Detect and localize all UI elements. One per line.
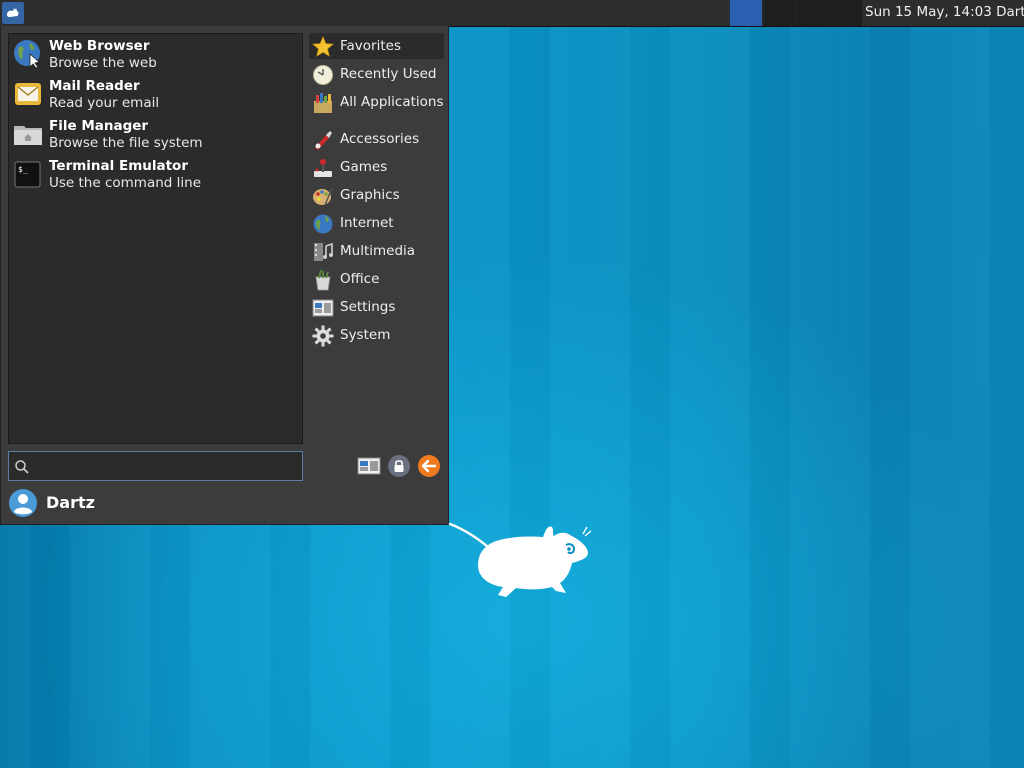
- category-multimedia[interactable]: Multimedia: [309, 238, 444, 264]
- category-graphics[interactable]: Graphics: [309, 182, 444, 208]
- category-label: Multimedia: [340, 243, 416, 259]
- category-office[interactable]: Office: [309, 266, 444, 292]
- favorite-title: Mail Reader: [49, 78, 140, 94]
- workspace-4[interactable]: [829, 0, 862, 26]
- whisker-menu-button[interactable]: [2, 2, 24, 24]
- joystick-icon: [314, 159, 332, 177]
- web-browser-icon: [14, 40, 40, 69]
- category-label: Recently Used: [340, 66, 437, 82]
- folder-home-icon: [14, 126, 42, 145]
- multimedia-icon: [314, 242, 333, 261]
- category-games[interactable]: Games: [309, 154, 444, 180]
- category-label: All Applications: [340, 94, 444, 110]
- applications-icon: [314, 93, 332, 113]
- category-label: Games: [340, 159, 388, 175]
- whisker-menu: Web Browser Browse the web Mail Reader R…: [0, 26, 449, 525]
- category-label: System: [340, 327, 391, 343]
- mail-icon: [15, 83, 41, 105]
- panel-username: Dartz: [996, 4, 1024, 20]
- category-label: Internet: [340, 215, 394, 231]
- category-accessories[interactable]: Accessories: [309, 126, 444, 152]
- search-input[interactable]: [35, 456, 299, 478]
- category-recently-used[interactable]: Recently Used: [309, 61, 444, 87]
- xfce-mouse-logo: [448, 522, 592, 597]
- category-label: Office: [340, 271, 380, 287]
- workspace-2[interactable]: [763, 0, 796, 26]
- office-icon: [315, 269, 331, 291]
- top-panel: Sun 15 May, 14:03 Dartz: [0, 0, 1024, 27]
- favorites-list: Web Browser Browse the web Mail Reader R…: [8, 33, 303, 444]
- settings-manager-icon: [357, 457, 381, 475]
- accessories-icon: [315, 131, 332, 150]
- svg-text:$_: $_: [18, 165, 28, 174]
- workspace-3[interactable]: [796, 0, 829, 26]
- favorite-description: Read your email: [49, 95, 160, 111]
- category-label: Settings: [340, 299, 396, 315]
- palette-icon: [313, 187, 333, 206]
- clock-time: Sun 15 May, 14:03: [865, 4, 992, 20]
- favorite-terminal-emulator[interactable]: $_ Terminal Emulator Use the command lin…: [13, 156, 299, 196]
- favorite-title: File Manager: [49, 118, 149, 134]
- category-internet[interactable]: Internet: [309, 210, 444, 236]
- terminal-icon: $_: [14, 161, 41, 188]
- favorite-title: Terminal Emulator: [49, 158, 188, 174]
- user-name: Dartz: [46, 493, 95, 512]
- lock-screen-button[interactable]: [387, 454, 411, 478]
- lock-screen-icon: [388, 455, 410, 477]
- workspace-1[interactable]: [730, 0, 762, 26]
- category-label: Favorites: [340, 38, 401, 54]
- category-system[interactable]: System: [309, 322, 444, 348]
- favorite-description: Use the command line: [49, 175, 201, 191]
- xfce-mouse-icon: [7, 8, 19, 17]
- log-out-button[interactable]: [417, 454, 441, 478]
- category-label: Accessories: [340, 131, 420, 147]
- clock-icon: [313, 65, 333, 85]
- globe-icon: [313, 214, 333, 234]
- log-out-icon: [418, 455, 440, 477]
- settings-icon: [312, 299, 334, 317]
- avatar-icon: [9, 489, 37, 517]
- category-all-applications[interactable]: All Applications: [309, 89, 444, 115]
- category-favorites[interactable]: Favorites: [309, 33, 444, 59]
- search-box[interactable]: [8, 451, 303, 481]
- favorite-mail-reader[interactable]: Mail Reader Read your email: [13, 76, 299, 116]
- settings-manager-button[interactable]: [357, 454, 381, 478]
- category-label: Graphics: [340, 187, 400, 203]
- star-icon: [312, 36, 334, 57]
- favorite-web-browser[interactable]: Web Browser Browse the web: [13, 36, 299, 76]
- favorite-title: Web Browser: [49, 38, 150, 54]
- clock[interactable]: Sun 15 May, 14:03 Dartz: [865, 4, 1024, 20]
- favorite-description: Browse the file system: [49, 135, 203, 151]
- favorite-description: Browse the web: [49, 55, 157, 71]
- favorite-file-manager[interactable]: File Manager Browse the file system: [13, 116, 299, 156]
- search-icon: [15, 460, 29, 474]
- gear-icon: [312, 325, 334, 347]
- category-settings[interactable]: Settings: [309, 294, 444, 320]
- user-account[interactable]: Dartz: [8, 488, 308, 518]
